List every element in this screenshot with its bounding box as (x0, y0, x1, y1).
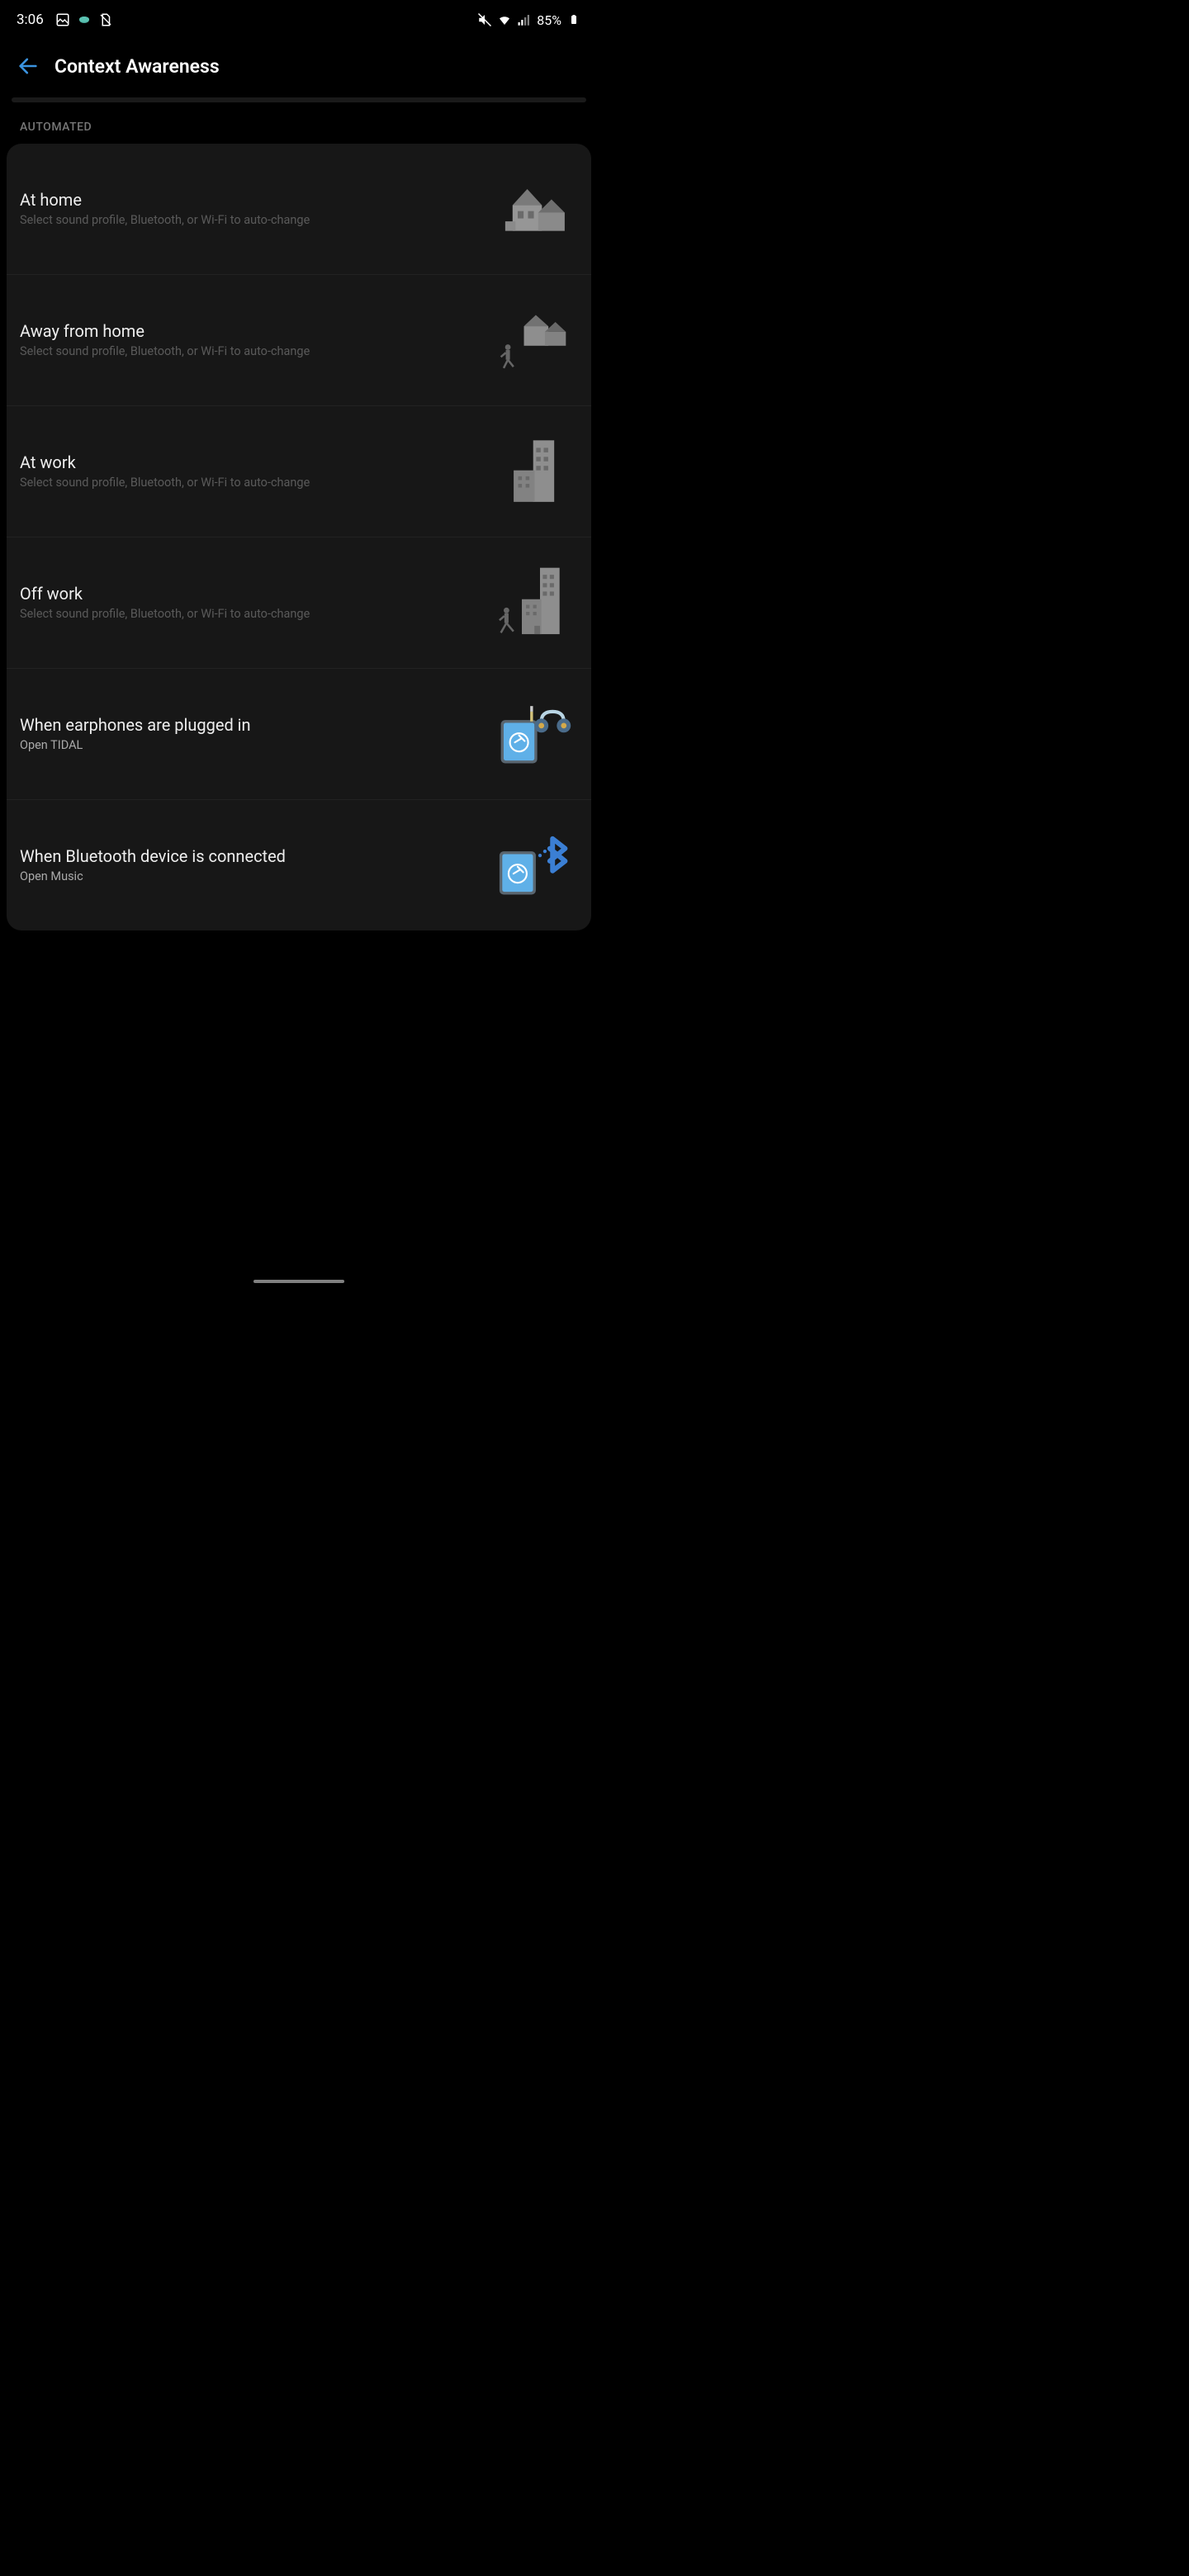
phone-earphones-icon (486, 697, 576, 771)
item-text: Off work Select sound profile, Bluetooth… (20, 584, 476, 623)
item-title: Off work (20, 584, 476, 604)
page-title: Context Awareness (54, 55, 220, 78)
back-arrow-icon (17, 54, 40, 78)
no-sim-icon (98, 12, 113, 27)
item-subtitle: Select sound profile, Bluetooth, or Wi-F… (20, 344, 476, 360)
automated-card: At home Select sound profile, Bluetooth,… (7, 144, 591, 930)
mute-icon (477, 12, 492, 27)
item-subtitle: Open TIDAL (20, 738, 476, 754)
phone-bluetooth-icon (486, 828, 576, 902)
house-walk-icon (486, 303, 576, 377)
context-item-at-work[interactable]: At work Select sound profile, Bluetooth,… (7, 406, 591, 537)
status-left: 3:06 (17, 12, 113, 28)
item-text: Away from home Select sound profile, Blu… (20, 321, 476, 360)
status-time: 3:06 (17, 12, 44, 28)
context-item-bluetooth[interactable]: When Bluetooth device is connected Open … (7, 800, 591, 930)
status-bar: 3:06 85% (0, 0, 598, 40)
context-item-earphones[interactable]: When earphones are plugged in Open TIDAL (7, 669, 591, 800)
back-button[interactable] (17, 54, 40, 78)
status-right: 85% (477, 12, 581, 28)
item-subtitle: Open Music (20, 869, 476, 885)
building-icon (486, 434, 576, 509)
battery-icon (566, 12, 581, 27)
item-subtitle: Select sound profile, Bluetooth, or Wi-F… (20, 476, 476, 491)
item-title: Away from home (20, 321, 476, 341)
item-title: When earphones are plugged in (20, 715, 476, 735)
image-icon (55, 12, 70, 27)
item-subtitle: Select sound profile, Bluetooth, or Wi-F… (20, 607, 476, 623)
item-text: At home Select sound profile, Bluetooth,… (20, 190, 476, 229)
wifi-icon (497, 12, 512, 27)
signal-icon (517, 12, 532, 27)
section-label-automated: AUTOMATED (0, 121, 598, 144)
building-walk-icon (486, 566, 576, 640)
item-title: When Bluetooth device is connected (20, 846, 476, 866)
disc-icon (77, 12, 92, 27)
item-title: At work (20, 452, 476, 472)
item-subtitle: Select sound profile, Bluetooth, or Wi-F… (20, 213, 476, 229)
item-text: When earphones are plugged in Open TIDAL (20, 715, 476, 754)
home-indicator[interactable] (253, 1280, 344, 1283)
battery-text: 85% (537, 12, 561, 28)
app-header: Context Awareness (0, 40, 598, 92)
context-item-away-from-home[interactable]: Away from home Select sound profile, Blu… (7, 275, 591, 406)
context-item-off-work[interactable]: Off work Select sound profile, Bluetooth… (7, 537, 591, 669)
item-text: When Bluetooth device is connected Open … (20, 846, 476, 885)
item-text: At work Select sound profile, Bluetooth,… (20, 452, 476, 491)
item-title: At home (20, 190, 476, 210)
house-icon (486, 172, 576, 246)
context-item-at-home[interactable]: At home Select sound profile, Bluetooth,… (7, 144, 591, 275)
scroll-indicator (12, 97, 586, 102)
